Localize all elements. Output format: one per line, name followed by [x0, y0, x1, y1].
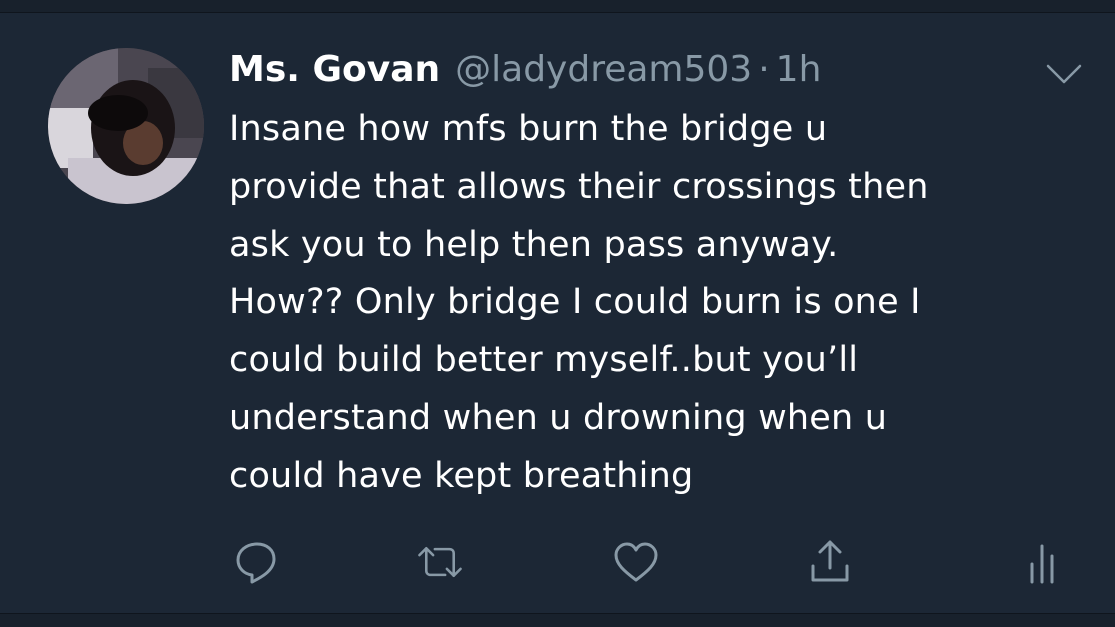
chevron-down-icon[interactable]	[1044, 62, 1084, 86]
user-handle[interactable]: @ladydream503	[455, 42, 752, 98]
separator-dot: ·	[758, 49, 770, 90]
display-name[interactable]: Ms. Govan	[229, 42, 440, 98]
retweet-icon[interactable]	[416, 538, 464, 586]
avatar-photo	[48, 48, 204, 204]
top-divider	[0, 0, 1115, 13]
heart-icon[interactable]	[612, 538, 660, 586]
share-icon[interactable]	[806, 538, 854, 586]
tweet-header: Ms. Govan @ladydream503 · 1h	[229, 42, 821, 98]
tweet-text: Insane how mfs burn the bridge u provide…	[229, 109, 929, 496]
reply-icon[interactable]	[233, 538, 281, 586]
bottom-divider	[0, 613, 1115, 627]
timestamp[interactable]: 1h	[776, 42, 822, 98]
user-avatar[interactable]	[48, 48, 204, 204]
analytics-icon[interactable]	[1018, 538, 1066, 586]
